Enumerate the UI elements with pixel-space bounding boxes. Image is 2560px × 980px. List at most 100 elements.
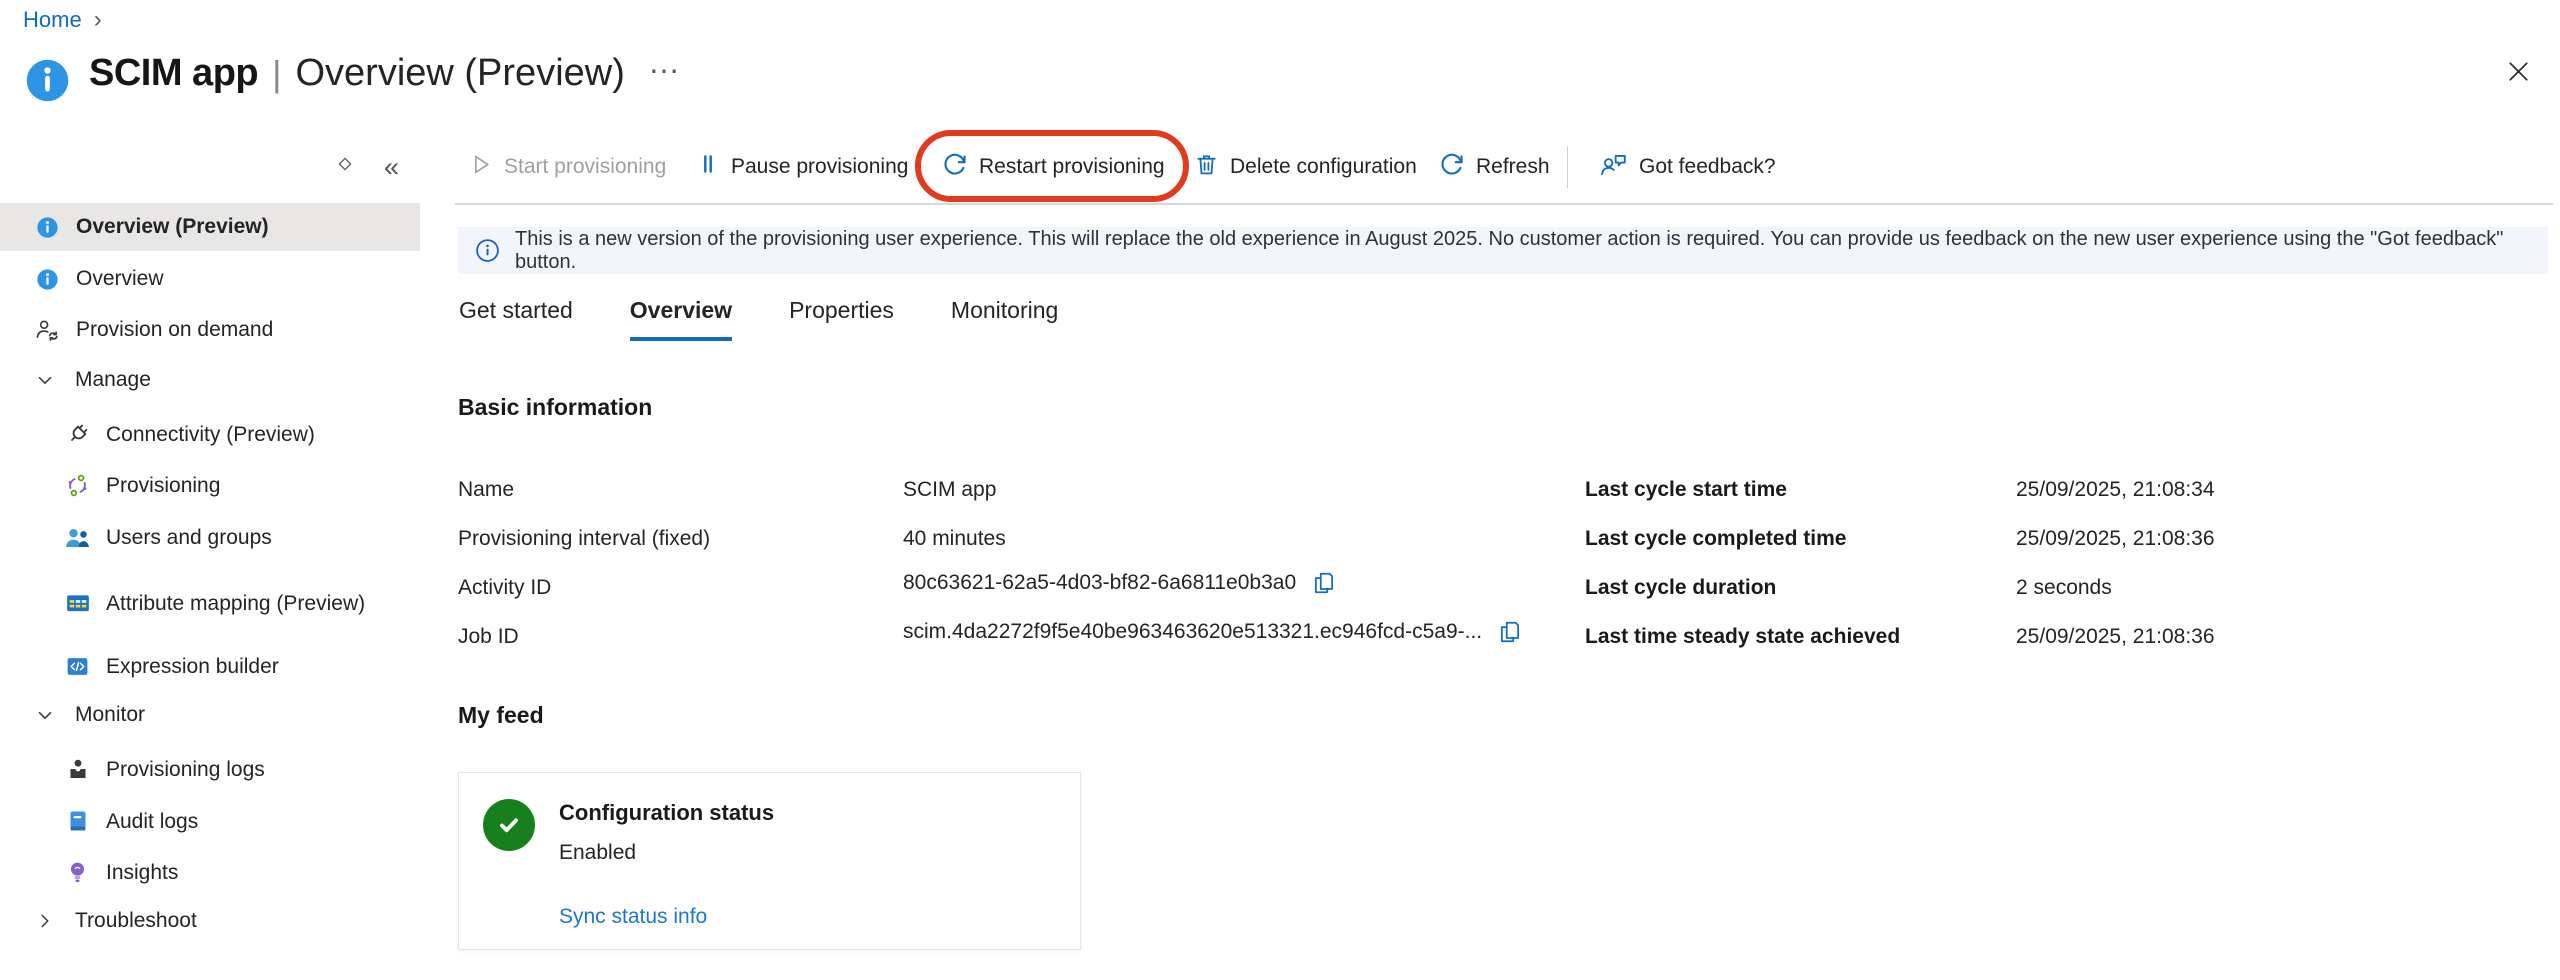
tab-monitoring[interactable]: Monitoring (951, 297, 1058, 341)
breadcrumb-home-link[interactable]: Home (23, 7, 82, 33)
chevron-down-icon (33, 704, 57, 726)
blade-title: Overview (Preview) (295, 52, 624, 95)
field-value-last-steady-state: 25/09/2025, 21:08:36 (2016, 625, 2215, 649)
field-value-last-cycle-duration: 2 seconds (2016, 576, 2112, 600)
success-check-icon (483, 799, 535, 851)
restart-icon (941, 151, 968, 184)
sidebar-item-label: Users and groups (106, 524, 272, 551)
copy-activity-id-button[interactable] (1311, 570, 1337, 596)
sidebar-group-monitor[interactable]: Monitor (0, 691, 420, 739)
sidebar-item-label: Overview (76, 267, 164, 291)
double-chevron-left-icon: « (384, 152, 399, 183)
refresh-label: Refresh (1476, 155, 1550, 179)
sidebar-item-provisioning-logs[interactable]: Provisioning logs (0, 745, 420, 793)
sidebar-item-overview-preview[interactable]: Overview (Preview) (0, 203, 420, 251)
info-banner-text: This is a new version of the provisionin… (515, 228, 2548, 274)
refresh-icon (1438, 151, 1465, 184)
my-feed-heading: My feed (458, 702, 544, 729)
field-label-last-cycle-start: Last cycle start time (1585, 478, 1787, 502)
start-provisioning-button[interactable]: Start provisioning (468, 132, 666, 202)
sidebar-item-users-and-groups[interactable]: Users and groups (0, 513, 420, 561)
configuration-status-value: Enabled (559, 841, 636, 865)
restart-provisioning-button[interactable]: Restart provisioning (941, 132, 1165, 202)
field-value-provisioning-interval: 40 minutes (903, 527, 1006, 551)
person-sync-icon (34, 318, 60, 342)
pause-icon (696, 152, 720, 182)
sidebar-item-insights[interactable]: Insights (0, 848, 420, 896)
plug-icon (64, 421, 91, 447)
sidebar-item-label: Overview (Preview) (76, 215, 269, 239)
field-value-activity-id: 80c63621-62a5-4d03-bf82-6a6811e0b3a0 (903, 570, 1337, 596)
delete-configuration-button[interactable]: Delete configuration (1194, 132, 1417, 202)
sidebar-item-provisioning[interactable]: Provisioning (0, 461, 420, 509)
sidebar-item-attribute-mapping[interactable]: Attribute mapping (Preview) (0, 565, 420, 641)
chevron-down-icon (33, 369, 57, 391)
sidebar-item-provision-on-demand[interactable]: Provision on demand (0, 306, 420, 354)
page-title: SCIM app | Overview (Preview) (89, 52, 625, 95)
field-label-activity-id: Activity ID (458, 576, 551, 600)
start-provisioning-label: Start provisioning (504, 155, 666, 179)
diamond-icon (334, 153, 356, 181)
field-value-last-cycle-start: 25/09/2025, 21:08:34 (2016, 478, 2215, 502)
sidebar-item-label: Provision on demand (76, 318, 273, 342)
restart-provisioning-label: Restart provisioning (979, 155, 1165, 179)
sidebar-item-overview[interactable]: Overview (0, 255, 420, 303)
pause-provisioning-label: Pause provisioning (731, 155, 908, 179)
sidebar-group-label: Manage (75, 368, 151, 392)
field-value-job-id: scim.4da2272f9f5e40be963463620e513321.ec… (903, 619, 1523, 645)
close-blade-button[interactable] (2498, 54, 2538, 94)
info-outline-icon (475, 238, 500, 263)
tab-get-started[interactable]: Get started (459, 297, 573, 341)
toolbar-bottom-rule (455, 203, 2553, 205)
sidebar-group-label: Troubleshoot (75, 909, 197, 933)
pause-provisioning-button[interactable]: Pause provisioning (696, 132, 908, 202)
collapse-sidebar-button[interactable]: « (384, 132, 399, 202)
tab-properties[interactable]: Properties (789, 297, 894, 341)
breadcrumb-chevron-icon: › (94, 6, 102, 34)
sidebar-item-label: Provisioning (106, 472, 220, 499)
app-info-icon (24, 57, 71, 104)
chevron-right-icon (33, 910, 57, 932)
sidebar-group-troubleshoot[interactable]: Troubleshoot (0, 897, 420, 945)
field-label-last-steady-state: Last time steady state achieved (1585, 625, 1900, 649)
sidebar-item-label: Provisioning logs (106, 756, 265, 783)
sidebar-item-label: Attribute mapping (Preview) (106, 590, 365, 617)
copy-job-id-button[interactable] (1497, 619, 1523, 645)
configuration-status-card: Configuration status Enabled Sync status… (458, 772, 1081, 950)
feedback-person-icon (1599, 151, 1628, 184)
field-label-name: Name (458, 478, 514, 502)
person-tray-icon (64, 757, 91, 781)
got-feedback-button[interactable]: Got feedback? (1599, 132, 1776, 202)
sidebar-group-manage[interactable]: Manage (0, 356, 420, 404)
field-value-last-cycle-completed: 25/09/2025, 21:08:36 (2016, 527, 2215, 551)
sidebar-item-label: Connectivity (Preview) (106, 421, 315, 448)
sidebar-item-expression-builder[interactable]: Expression builder (0, 642, 420, 690)
breadcrumb: Home › (23, 6, 102, 34)
sidebar-item-audit-logs[interactable]: Audit logs (0, 797, 420, 845)
people-icon (64, 526, 91, 549)
refresh-button[interactable]: Refresh (1438, 132, 1550, 202)
more-options-button[interactable]: … (648, 44, 682, 81)
got-feedback-label: Got feedback? (1639, 155, 1776, 179)
info-banner: This is a new version of the provisionin… (458, 227, 2548, 274)
sidebar-item-connectivity[interactable]: Connectivity (Preview) (0, 410, 420, 458)
field-value-name: SCIM app (903, 478, 996, 502)
delete-configuration-label: Delete configuration (1230, 155, 1417, 179)
basic-information-heading: Basic information (458, 394, 652, 421)
info-icon (34, 216, 60, 239)
sync-cycle-icon (64, 473, 91, 498)
field-label-last-cycle-duration: Last cycle duration (1585, 576, 1776, 600)
journal-icon (64, 809, 91, 833)
app-name: SCIM app (89, 52, 258, 95)
sidebar-item-label: Audit logs (106, 808, 198, 835)
field-label-last-cycle-completed: Last cycle completed time (1585, 527, 1846, 551)
tab-overview[interactable]: Overview (630, 297, 732, 341)
title-divider: | (272, 53, 281, 95)
scim-app-overview-page: Home › SCIM app | Overview (Preview) … «… (0, 0, 2560, 980)
lightbulb-icon (64, 860, 91, 884)
table-icon (64, 590, 91, 616)
toolbar-divider (1567, 146, 1568, 188)
field-label-job-id: Job ID (458, 625, 519, 649)
sync-status-info-link[interactable]: Sync status info (559, 905, 707, 929)
resize-handle-button[interactable] (334, 132, 356, 202)
